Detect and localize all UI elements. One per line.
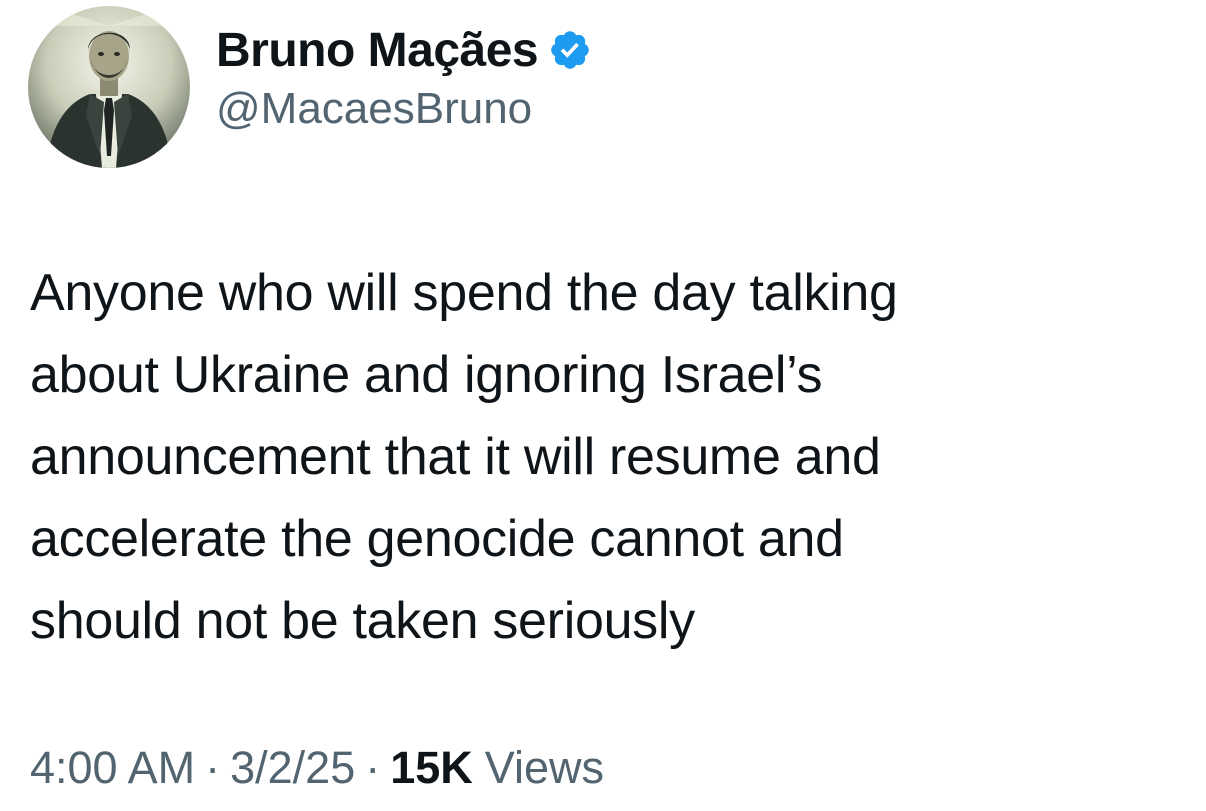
- tweet-text: Anyone who will spend the day talking ab…: [30, 264, 898, 650]
- tweet-card: Bruno Maçães @MacaesBruno Anyone who wil…: [0, 0, 1206, 811]
- user-handle[interactable]: @MacaesBruno: [216, 84, 592, 134]
- avatar-image: [28, 6, 190, 168]
- verified-badge-icon: [548, 28, 592, 72]
- tweet-header: Bruno Maçães @MacaesBruno: [28, 6, 592, 168]
- meta-separator: ·: [205, 742, 221, 793]
- user-identity: Bruno Maçães @MacaesBruno: [216, 18, 592, 134]
- tweet-time[interactable]: 4:00 AM: [30, 742, 195, 794]
- meta-separator: ·: [365, 742, 381, 793]
- tweet-date[interactable]: 3/2/25: [230, 742, 355, 794]
- views-label: Views: [484, 742, 605, 793]
- name-row: Bruno Maçães: [216, 18, 592, 82]
- views-count: 15K: [390, 742, 473, 793]
- avatar[interactable]: [28, 6, 190, 168]
- display-name[interactable]: Bruno Maçães: [216, 23, 539, 78]
- tweet-meta: 4:00 AM · 3/2/25 · 15K Views: [30, 742, 604, 794]
